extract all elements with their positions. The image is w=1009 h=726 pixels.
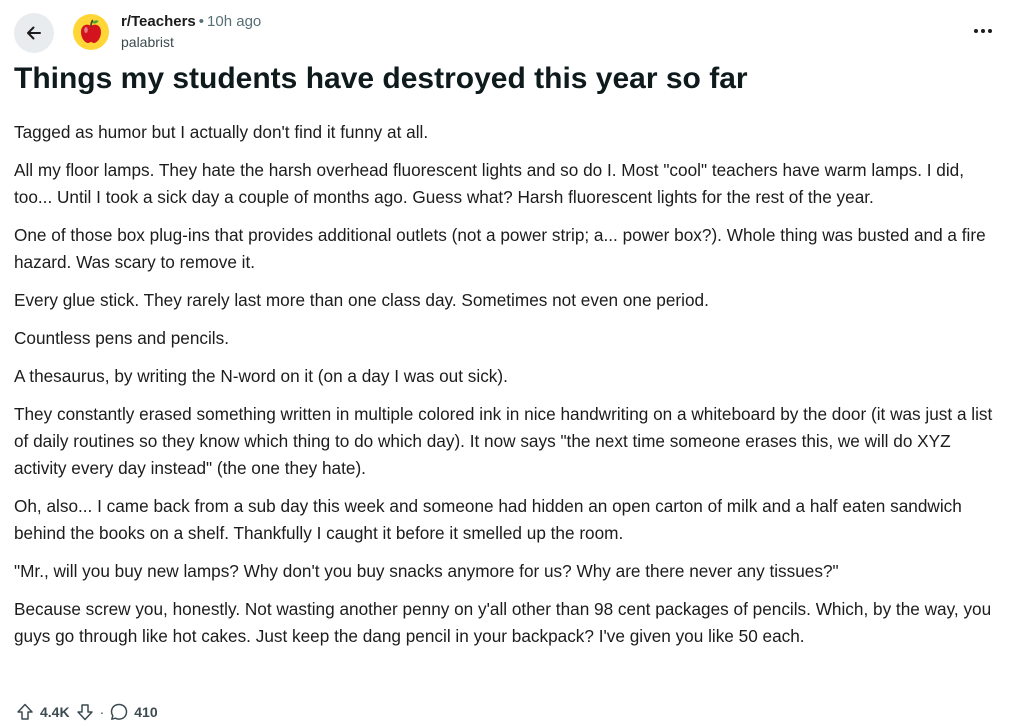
meta-top-line: r/Teachers • 10h ago: [121, 12, 261, 32]
arrow-left-icon: [27, 26, 41, 40]
post-paragraph: A thesaurus, by writing the N-word on it…: [14, 366, 508, 386]
post-title: Things my students have destroyed this y…: [14, 62, 748, 95]
post-paragraph: They constantly erased something written…: [14, 404, 993, 478]
apple-icon: [81, 19, 101, 43]
post-paragraph: Because screw you, honestly. Not wasting…: [14, 599, 992, 646]
post-actions: 4.4K · 410: [14, 700, 162, 724]
upvote-button[interactable]: [14, 701, 36, 723]
subreddit-link[interactable]: r/Teachers: [121, 13, 196, 30]
post-meta: r/Teachers • 10h ago palabrist: [121, 12, 261, 51]
author-link[interactable]: palabrist: [121, 33, 261, 51]
more-options-button[interactable]: [971, 19, 995, 43]
actions-separator: ·: [99, 704, 105, 720]
meta-separator: •: [198, 13, 205, 30]
back-button[interactable]: [14, 13, 54, 53]
post-header: r/Teachers • 10h ago palabrist: [14, 11, 995, 55]
post-paragraph: Countless pens and pencils.: [14, 328, 229, 348]
upvote-arrow-icon: [17, 703, 33, 720]
comments-button[interactable]: [108, 701, 130, 723]
post-paragraph: One of those box plug-ins that provides …: [14, 225, 986, 272]
post-body: Tagged as humor but I actually don't fin…: [14, 119, 1004, 661]
downvote-arrow-icon: [76, 704, 93, 721]
post-paragraph: Every glue stick. They rarely last more …: [14, 290, 709, 310]
post-paragraph: All my floor lamps. They hate the harsh …: [14, 160, 965, 207]
post-time: 10h ago: [207, 13, 262, 30]
comment-bubble-icon: [111, 703, 128, 720]
downvote-button[interactable]: [74, 701, 96, 723]
comment-count[interactable]: 410: [134, 704, 157, 720]
vote-count: 4.4K: [40, 704, 70, 720]
post-paragraph: "Mr., will you buy new lamps? Why don't …: [14, 561, 839, 581]
more-horizontal-icon: [974, 29, 992, 33]
post-paragraph: Tagged as humor but I actually don't fin…: [14, 122, 429, 142]
post-paragraph: Oh, also... I came back from a sub day t…: [14, 496, 962, 543]
subreddit-avatar[interactable]: [73, 14, 109, 50]
